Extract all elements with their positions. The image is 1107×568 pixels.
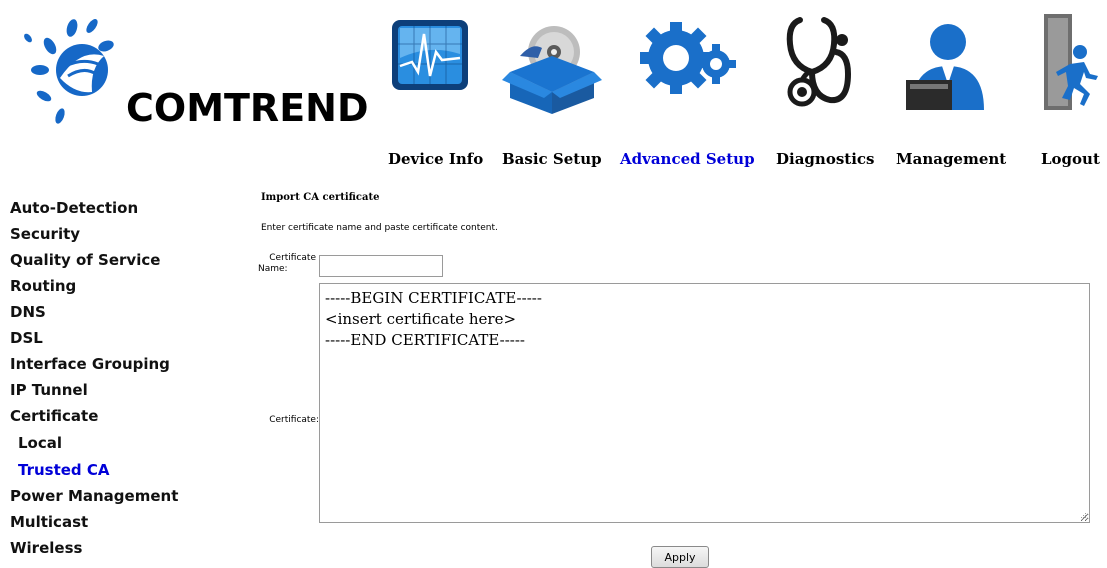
sidebar-item-quality-of-service[interactable]: Quality of Service (10, 251, 160, 269)
certificate-textarea[interactable]: -----BEGIN CERTIFICATE----- <insert cert… (319, 283, 1090, 523)
nav-label: Device Info (388, 150, 484, 168)
certificate-name-label-line2: Name: (258, 264, 288, 274)
chart-monitor-icon (392, 20, 468, 90)
sidebar-item-certificate[interactable]: Certificate (10, 407, 98, 425)
certificate-name-label-line1: Certificate (269, 253, 316, 263)
header: COMTREND Device Info Basic Setup Advance… (0, 0, 1107, 180)
nav-label: Management (896, 150, 1007, 168)
resize-grip-icon[interactable] (1079, 512, 1087, 520)
certificate-name-label: Certificate Name: (258, 253, 316, 275)
nav-label: Basic Setup (502, 150, 602, 168)
logo-burst-icon (24, 19, 114, 124)
disc-box-icon (502, 26, 602, 114)
sidebar-item-routing[interactable]: Routing (10, 277, 76, 295)
sidebar-item-ip-tunnel[interactable]: IP Tunnel (10, 381, 88, 399)
exit-door-icon (1044, 14, 1098, 110)
sidebar-item-multicast[interactable]: Multicast (10, 513, 88, 531)
nav-label: Diagnostics (776, 150, 875, 168)
page-title: Import CA certificate (261, 192, 380, 203)
apply-button[interactable]: Apply (651, 546, 709, 568)
sidebar-item-local[interactable]: Local (18, 434, 62, 452)
nav-label: Logout (1041, 150, 1100, 168)
sidebar-item-security[interactable]: Security (10, 225, 80, 243)
sidebar-item-auto-detection[interactable]: Auto-Detection (10, 199, 138, 217)
sidebar: Auto-Detection Security Quality of Servi… (0, 190, 203, 568)
logo-text: COMTREND (126, 86, 369, 130)
main-content: Import CA certificate Enter certificate … (203, 180, 1107, 568)
certificate-name-input[interactable] (319, 255, 443, 277)
sidebar-item-dns[interactable]: DNS (10, 303, 46, 321)
certificate-label: Certificate: (269, 415, 319, 425)
comtrend-logo: COMTREND (20, 8, 369, 148)
nav-label: Advanced Setup (620, 150, 755, 168)
sidebar-item-dsl[interactable]: DSL (10, 329, 43, 347)
user-laptop-icon (906, 24, 984, 110)
sidebar-item-wireless[interactable]: Wireless (10, 539, 82, 557)
page-description: Enter certificate name and paste certifi… (261, 223, 498, 233)
sidebar-item-interface-grouping[interactable]: Interface Grouping (10, 355, 170, 373)
gears-icon (640, 22, 736, 94)
sidebar-item-power-management[interactable]: Power Management (10, 487, 178, 505)
sidebar-item-trusted-ca[interactable]: Trusted CA (18, 461, 110, 479)
stethoscope-icon (786, 17, 852, 107)
